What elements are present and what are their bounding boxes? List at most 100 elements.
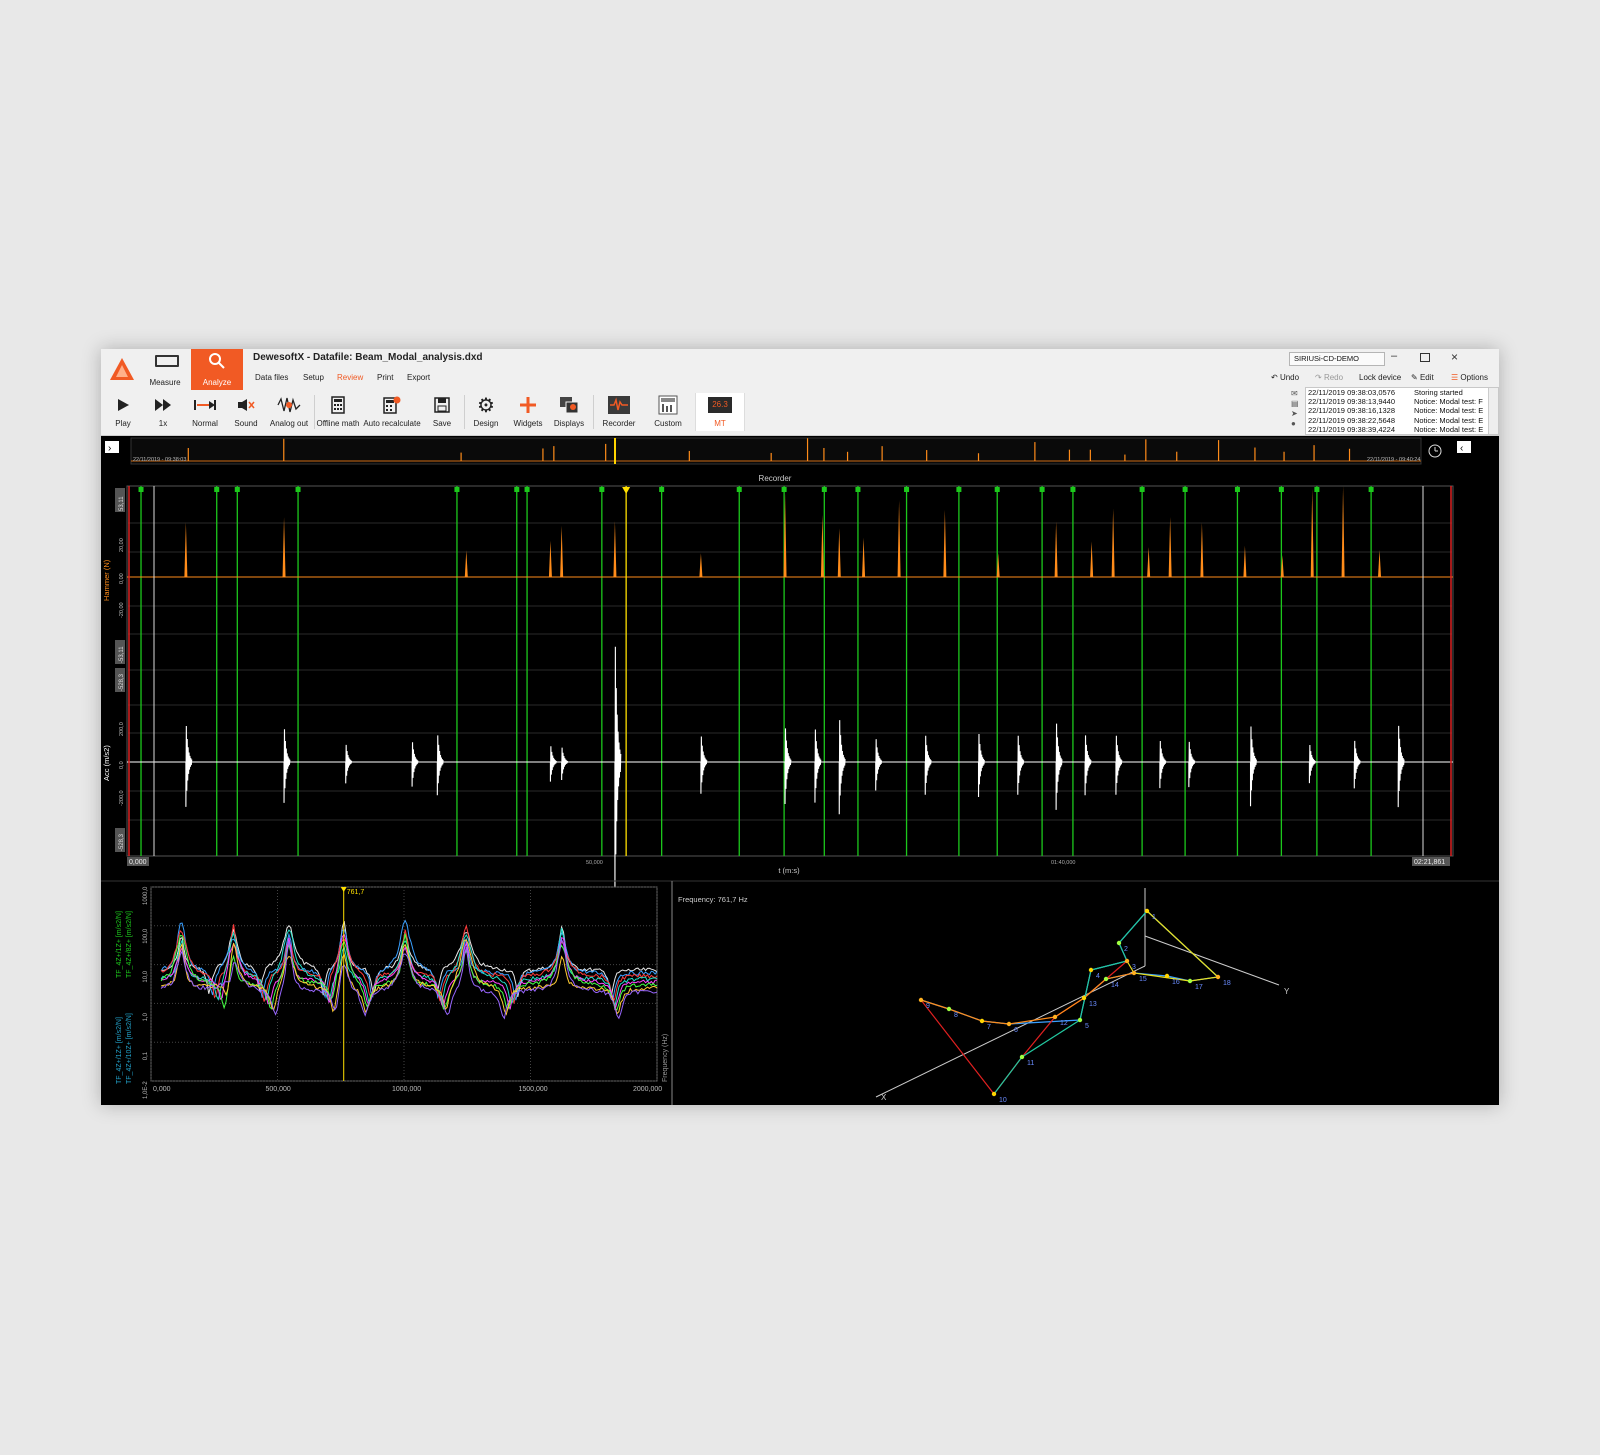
mt-button[interactable]: 26.3 MT [695,393,745,431]
event-marker-flag[interactable] [514,487,520,492]
event-marker-flag[interactable] [659,487,665,492]
event-marker-flag[interactable] [1070,487,1076,492]
event-marker-flag[interactable] [736,487,742,492]
normal-button[interactable]: Normal [185,393,225,431]
event-marker-flag[interactable] [1314,487,1320,492]
mode-node[interactable] [1103,976,1109,982]
event-marker-flag[interactable] [454,487,460,492]
acc-tick: -200,0 [119,790,125,806]
event-marker-flag[interactable] [904,487,910,492]
mode-node-label: 6 [1014,1027,1018,1034]
mail-icon[interactable]: ✉ [1291,389,1301,399]
lock-device-button[interactable]: Lock device [1359,373,1401,382]
event-marker-flag[interactable] [295,487,301,492]
microphone-icon[interactable]: ● [1291,419,1301,429]
event-marker-flag[interactable] [599,487,605,492]
mode-node[interactable] [979,1018,985,1024]
mode-measure[interactable]: Measure [139,349,191,390]
menu-review[interactable]: Review [337,373,363,382]
mode-node[interactable] [1215,974,1221,980]
mode-node[interactable] [1116,940,1122,946]
event-marker-flag[interactable] [1139,487,1145,492]
auto-recalculate-button[interactable]: Auto recalculate [363,393,421,431]
frf-plot[interactable]: 761,7 0,000 500,000 1000,000 1500,000 2000,0… [143,886,662,1099]
menu-data-files[interactable]: Data files [255,373,288,382]
event-marker-flag[interactable] [1182,487,1188,492]
event-marker-flag[interactable] [234,487,240,492]
displays-button[interactable]: Displays [549,393,589,431]
frf-y-tick: 100,0 [143,928,149,944]
mode-node[interactable] [1187,978,1193,984]
mode-node[interactable] [1088,967,1094,973]
recorder-button[interactable]: Recorder [597,393,641,431]
minimize-icon[interactable]: – [1391,350,1397,362]
x-mid2: 01:40,000 [1051,860,1075,866]
undo-button[interactable]: ↶ Undo [1271,373,1299,382]
edit-button[interactable]: ✎ Edit [1411,373,1434,382]
speaker-mute-icon [229,395,263,415]
device-selector[interactable]: SIRIUSi-CD-DEMO [1289,352,1385,366]
event-marker-flag[interactable] [956,487,962,492]
mode-node[interactable] [1006,1021,1012,1027]
recorder-plot[interactable] [126,485,1454,907]
offline-math-button[interactable]: Offline math [315,393,361,431]
menu-setup[interactable]: Setup [303,373,324,382]
mode-node[interactable] [1077,1017,1083,1023]
event-marker-flag[interactable] [524,487,530,492]
play-button[interactable]: Play [105,393,141,431]
log-icons: ✉ ▤ ➤ ● [1291,389,1301,429]
close-icon[interactable]: × [1451,350,1458,364]
widgets-button[interactable]: Widgets [509,393,547,431]
custom-button[interactable]: Custom [647,393,689,431]
analog-out-button[interactable]: Analog out [267,393,311,431]
recorder-title: Recorder [759,474,792,483]
recorder-icon [597,395,641,415]
hammer-axis-label: Hammer (N) [102,559,111,601]
event-marker-flag[interactable] [138,487,144,492]
toolbar-divider [593,395,594,429]
mode-node-label: 1 [1152,914,1156,921]
mode-shape-view[interactable]: Frequency: 761,7 Hz XY 12345678910111213… [678,888,1290,1104]
mode-node[interactable] [1164,973,1170,979]
mode-node-label: 3 [1132,964,1136,971]
mode-node-label: 12 [1060,1020,1068,1027]
event-marker-flag[interactable] [855,487,861,492]
mode-node[interactable] [1131,970,1137,976]
frf-x-tick: 1000,000 [392,1086,421,1093]
menu-print[interactable]: Print [377,373,393,382]
event-log[interactable]: 22/11/2019 09:38:03,0576 Storing started … [1305,387,1499,435]
play-icon [105,395,141,415]
redo-button[interactable]: ↷ Redo [1315,373,1343,382]
event-marker-flag[interactable] [781,487,787,492]
event-marker-flag[interactable] [821,487,827,492]
event-marker-flag[interactable] [1234,487,1240,492]
event-marker-flag[interactable] [1039,487,1045,492]
event-marker-flag[interactable] [994,487,1000,492]
chevron-left-icon: ‹ [1460,443,1463,454]
mode-node[interactable] [1052,1014,1058,1020]
event-marker-flag[interactable] [214,487,220,492]
save-button[interactable]: Save [425,393,459,431]
overview-strip[interactable]: 22/11/2019 - 09:38:03 22/11/2019 - 09:40… [130,437,1422,465]
log-scrollbar[interactable] [1488,388,1498,434]
mode-node[interactable] [991,1091,997,1097]
event-marker-flag[interactable] [1368,487,1374,492]
note-icon[interactable]: ▤ [1291,399,1301,409]
acc-min: -528,3 [119,833,125,851]
sound-button[interactable]: Sound [229,393,263,431]
menu-export[interactable]: Export [407,373,430,382]
event-marker-flag[interactable] [1278,487,1284,492]
speed-button[interactable]: 1x [145,393,181,431]
mode-node[interactable] [1124,958,1130,964]
mode-node[interactable] [1081,995,1087,1001]
overview-cursor[interactable] [614,438,616,464]
mode-analyze[interactable]: Analyze [191,349,243,390]
mode-node[interactable] [918,997,924,1003]
mode-node[interactable] [1019,1054,1025,1060]
cursor-icon[interactable]: ➤ [1291,409,1301,419]
design-button[interactable]: ⚙ Design [467,393,505,431]
mode-node[interactable] [946,1006,952,1012]
restore-icon[interactable] [1420,353,1430,362]
options-button[interactable]: ☰ Options [1451,373,1488,382]
mode-node[interactable] [1144,908,1150,914]
